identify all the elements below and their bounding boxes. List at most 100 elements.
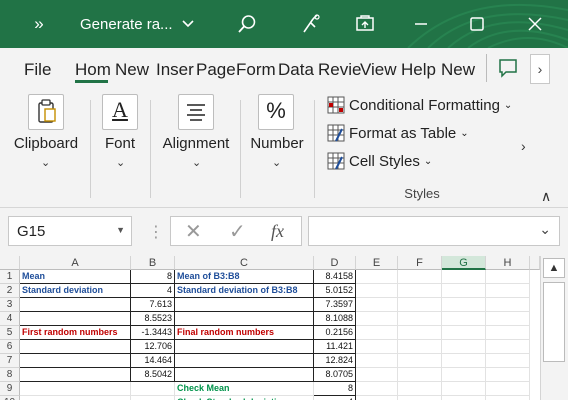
enter-entry-button[interactable]: ✓ [229, 219, 246, 244]
row-header[interactable]: 7 [0, 354, 20, 368]
cell-empty[interactable] [356, 270, 398, 284]
cell-empty[interactable] [356, 354, 398, 368]
tab-review[interactable]: Revie [318, 60, 361, 80]
cell-empty[interactable] [486, 354, 530, 368]
format-as-table-button[interactable]: Format as Table ⌄ [327, 122, 469, 144]
cell-empty[interactable] [486, 326, 530, 340]
cell-empty[interactable] [356, 284, 398, 298]
cell-d6[interactable]: 11.421 [314, 340, 356, 354]
cell-d1[interactable]: 8.4158 [314, 270, 356, 284]
row-header[interactable]: 3 [0, 298, 20, 312]
tabs-scroll-right-button[interactable]: › [530, 54, 550, 84]
tab-page-layout[interactable]: Page [196, 60, 236, 80]
more-commands-button[interactable]: » [26, 0, 52, 48]
cell-c7[interactable] [175, 354, 314, 368]
worksheet-grid[interactable]: A B C D E F G H 1 Mean 8 Mean of B3:B8 8.415… [0, 256, 540, 400]
cell-d9[interactable]: 8 [314, 382, 356, 396]
cell-c3[interactable] [175, 298, 314, 312]
column-header-d[interactable]: D [314, 256, 356, 270]
cell-empty[interactable] [356, 396, 398, 400]
cell-empty[interactable] [356, 340, 398, 354]
tab-help[interactable]: Help [401, 60, 436, 80]
font-chevron-down-icon[interactable]: ⌄ [116, 156, 125, 169]
cell-c4[interactable] [175, 312, 314, 326]
row-header[interactable]: 8 [0, 368, 20, 382]
scrollbar-thumb[interactable] [543, 282, 565, 362]
cell-c1[interactable]: Mean of B3:B8 [175, 270, 314, 284]
cell-empty[interactable] [398, 270, 442, 284]
percent-icon[interactable]: % [258, 94, 294, 130]
cell-empty[interactable] [486, 270, 530, 284]
cell-styles-button[interactable]: Cell Styles ⌄ [327, 150, 432, 172]
insert-function-button[interactable]: fx [271, 221, 284, 242]
cell-empty[interactable] [486, 396, 530, 400]
cell-empty[interactable] [356, 326, 398, 340]
cell-empty[interactable] [398, 368, 442, 382]
name-box-chevron-down-icon[interactable]: ▼ [116, 225, 125, 235]
conditional-formatting-button[interactable]: Conditional Formatting ⌄ [327, 94, 512, 116]
font-icon[interactable]: A [102, 94, 138, 130]
cell-d2[interactable]: 5.0152 [314, 284, 356, 298]
cell-d10[interactable]: 4 [314, 396, 356, 400]
cell-empty[interactable] [398, 354, 442, 368]
cell-empty[interactable] [486, 312, 530, 326]
title-chevron-down-icon[interactable] [180, 0, 196, 48]
tab-view[interactable]: View [360, 60, 397, 80]
cell-a9[interactable] [20, 382, 131, 396]
cell-a2[interactable]: Standard deviation [20, 284, 131, 298]
expand-formula-bar-icon[interactable]: ⌄ [539, 221, 551, 238]
cell-empty[interactable] [442, 298, 486, 312]
cell-empty[interactable] [442, 270, 486, 284]
cell-empty[interactable] [398, 298, 442, 312]
cell-empty[interactable] [398, 284, 442, 298]
cell-a5[interactable]: First random numbers [20, 326, 131, 340]
clipboard-label[interactable]: Clipboard [10, 135, 82, 152]
tab-insert[interactable]: Inser [156, 60, 194, 80]
present-icon[interactable] [352, 0, 378, 48]
column-header-g[interactable]: G [442, 256, 486, 270]
cell-a10[interactable] [20, 396, 131, 400]
cell-empty[interactable] [356, 368, 398, 382]
cell-b2[interactable]: 4 [131, 284, 175, 298]
tab-new[interactable]: New [115, 60, 149, 80]
row-header[interactable]: 10 [0, 396, 20, 400]
row-header[interactable]: 6 [0, 340, 20, 354]
vertical-scrollbar[interactable]: ▲ [540, 256, 568, 400]
row-header[interactable]: 5 [0, 326, 20, 340]
alignment-label[interactable]: Alignment [160, 135, 232, 152]
tab-formulas[interactable]: Form [236, 60, 276, 80]
row-header[interactable]: 4 [0, 312, 20, 326]
cell-empty[interactable] [442, 368, 486, 382]
cell-empty[interactable] [398, 312, 442, 326]
column-header-f[interactable]: F [398, 256, 442, 270]
clipboard-chevron-down-icon[interactable]: ⌄ [41, 156, 50, 169]
collapse-ribbon-icon[interactable]: ∧ [541, 188, 551, 205]
cell-c5[interactable]: Final random numbers [175, 326, 314, 340]
cell-d5[interactable]: 0.2156 [314, 326, 356, 340]
ribbon-scroll-right-button[interactable]: › [521, 138, 526, 154]
column-header-a[interactable]: A [20, 256, 131, 270]
lightbulb-icon[interactable] [298, 0, 324, 48]
column-header-e[interactable]: E [356, 256, 398, 270]
cell-empty[interactable] [356, 312, 398, 326]
cell-a7[interactable] [20, 354, 131, 368]
cell-c9[interactable]: Check Mean [175, 382, 314, 396]
cell-empty[interactable] [442, 284, 486, 298]
cell-b10[interactable] [131, 396, 175, 400]
row-header[interactable]: 2 [0, 284, 20, 298]
cell-b4[interactable]: 8.5523 [131, 312, 175, 326]
tab-file[interactable]: File [24, 60, 51, 80]
document-title[interactable]: Generate ra... [80, 0, 180, 48]
select-all-corner[interactable] [0, 256, 20, 270]
cell-empty[interactable] [486, 284, 530, 298]
cell-d7[interactable]: 12.824 [314, 354, 356, 368]
cell-b9[interactable] [131, 382, 175, 396]
cell-empty[interactable] [356, 298, 398, 312]
cell-empty[interactable] [486, 382, 530, 396]
cell-a6[interactable] [20, 340, 131, 354]
cell-b1[interactable]: 8 [131, 270, 175, 284]
restore-icon[interactable] [464, 0, 490, 48]
alignment-chevron-down-icon[interactable]: ⌄ [192, 156, 201, 169]
close-icon[interactable] [522, 0, 548, 48]
cell-empty[interactable] [442, 396, 486, 400]
